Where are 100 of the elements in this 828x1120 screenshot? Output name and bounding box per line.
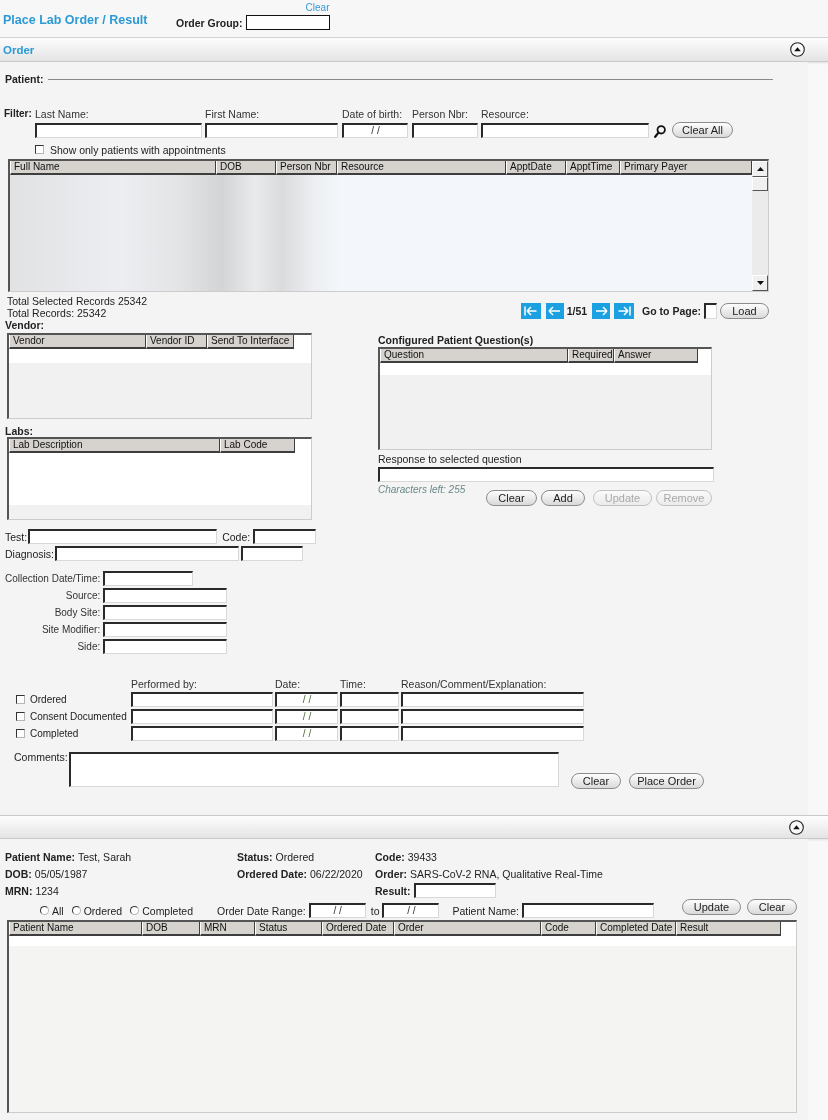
person-number-field[interactable] [412,123,478,138]
clear-all-button[interactable]: Clear All [672,122,733,138]
scrollbar[interactable] [752,161,768,291]
column-header[interactable]: Order [394,922,541,936]
diagnosis-code-field[interactable] [241,546,304,561]
place-order-button[interactable]: Place Order [629,773,704,789]
clear-button[interactable]: Clear [571,773,621,789]
column-header[interactable]: Resource [337,161,506,175]
question-button[interactable]: Clear [486,490,537,506]
column-header[interactable]: Completed Date [596,922,676,936]
field-label: Date of birth: [342,108,404,120]
column-header[interactable]: Vendor [9,335,146,349]
field-label: Site Modifier: [40,623,101,637]
response-field[interactable] [378,467,714,482]
field-label: Order Group: [176,16,243,29]
column-header[interactable]: Status [255,922,322,936]
field-label: Patient Name: [452,904,520,917]
column-header[interactable]: MRN [200,922,255,936]
collapse-icon[interactable] [789,819,804,835]
page-title: Place Lab Order / Result [2,12,149,28]
column-header[interactable]: Result [676,922,781,936]
column-header[interactable]: ApptDate [506,161,566,175]
column-header[interactable]: Send To Interface [207,335,294,349]
date-field[interactable]: / / [275,726,338,741]
patient-name-field[interactable] [522,903,655,918]
column-header[interactable]: ApptTime [566,161,620,175]
checkbox[interactable] [16,695,25,704]
scrollbar-thumb[interactable] [752,177,768,191]
page-number-field[interactable] [704,303,717,319]
field-label: Side: [76,640,101,654]
column-header[interactable]: Primary Payer [620,161,752,175]
first-page-button[interactable] [520,303,541,319]
reason-field[interactable] [401,709,584,724]
time-field[interactable] [340,726,399,741]
time-field[interactable] [340,692,399,707]
end-date-field[interactable]: / / [382,903,440,918]
column-header[interactable]: Ordered Date [322,922,394,936]
column-header[interactable]: DOB [142,922,200,936]
field-label: Resource: [481,108,530,120]
total-selected-records: Total Selected Records 25342 [7,295,148,307]
column-header[interactable]: Full Name [10,161,216,175]
start-date-field[interactable]: / / [308,903,366,918]
collapse-icon[interactable] [790,42,805,57]
bar-left-arrow-icon [524,306,538,316]
result-field[interactable] [413,883,496,898]
clear-button[interactable]: Clear [747,899,797,915]
field-label: Source: [64,589,101,603]
radio-button[interactable] [40,906,49,915]
diagnosis-field[interactable] [55,546,240,561]
column-header[interactable]: Answer [614,349,698,363]
scroll-down-button[interactable] [752,275,768,291]
right-arrow-icon [594,306,608,316]
checkbox[interactable] [16,729,25,738]
collection-date-time-field[interactable] [103,571,194,586]
previous-page-button[interactable] [545,303,564,319]
column-header[interactable]: Person Nbr [276,161,337,175]
body-site-field[interactable] [103,605,228,620]
reason-field[interactable] [401,692,584,707]
search-icon[interactable] [654,125,666,138]
ordered-date-value: 06/22/2020 [310,867,363,880]
last-name-field[interactable] [35,123,202,138]
resource-field[interactable] [481,123,649,138]
question-button[interactable]: Add [541,490,585,506]
test-field[interactable] [28,529,218,544]
column-header[interactable]: Lab Description [9,439,220,453]
code-field[interactable] [253,529,317,544]
performed-by-field[interactable] [131,709,273,724]
first-name-field[interactable] [205,123,338,138]
checkbox[interactable] [16,712,25,721]
column-header[interactable]: Lab Code [220,439,295,453]
column-header[interactable]: Vendor ID [146,335,207,349]
date-of-birth-field[interactable]: / / [342,123,408,138]
source-field[interactable] [103,588,228,603]
status-value: Ordered [275,850,315,863]
last-page-button[interactable] [614,303,635,319]
performed-by-field[interactable] [131,726,273,741]
comments-field[interactable] [69,752,559,787]
date-field[interactable]: / / [275,692,338,707]
radio-button[interactable] [130,906,140,915]
column-header[interactable]: Patient Name [9,922,142,936]
reason-field[interactable] [401,726,584,741]
update-button[interactable]: Update [682,899,741,915]
column-header[interactable]: Code [541,922,596,936]
site-modifier-field[interactable] [103,622,228,637]
side-field[interactable] [103,639,228,654]
scroll-up-button[interactable] [752,161,768,177]
column-header[interactable]: Question [380,349,568,363]
section-label: Patient: [5,73,44,85]
date-field[interactable]: / / [275,709,338,724]
field-label: Person Nbr: [412,108,470,120]
performed-by-field[interactable] [131,692,273,707]
checkbox[interactable] [35,145,44,154]
load-button[interactable]: Load [720,303,769,319]
column-header[interactable]: Required [568,349,614,363]
next-page-button[interactable] [592,303,611,319]
order-group-field[interactable] [245,15,330,30]
time-field[interactable] [340,709,399,724]
radio-button[interactable] [71,906,81,915]
detail-label: Ordered Date: [237,867,308,880]
column-header[interactable]: DOB [216,161,276,175]
